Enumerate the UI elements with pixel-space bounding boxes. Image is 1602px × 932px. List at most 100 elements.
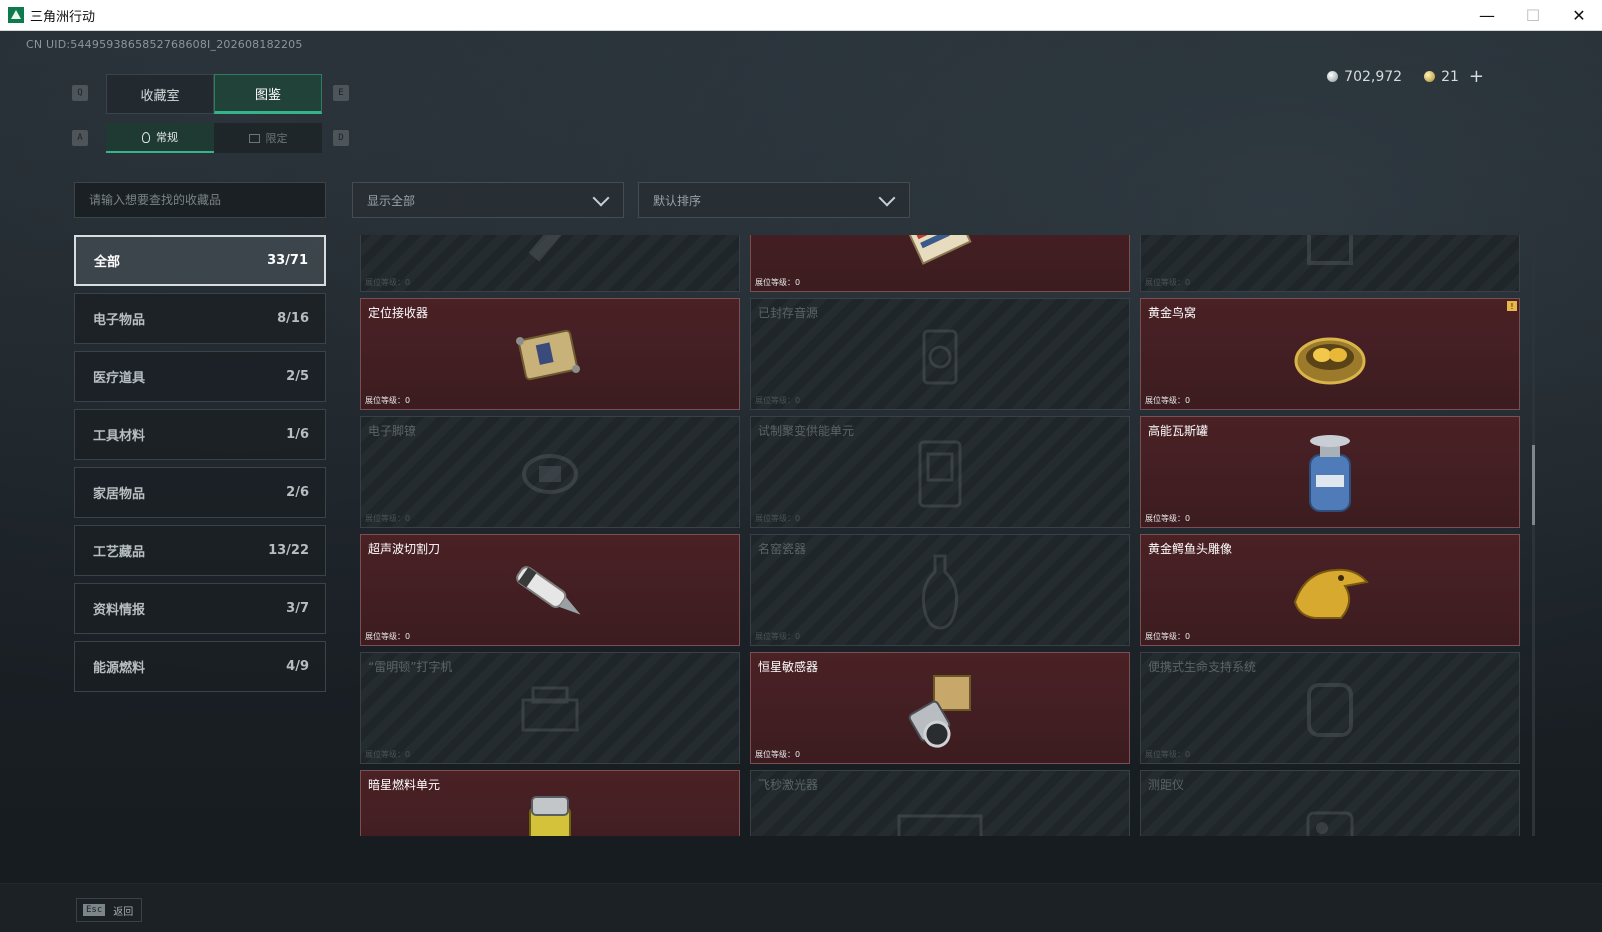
collection-card[interactable]: 测距仪展位等级：0 <box>1140 770 1520 836</box>
search-input[interactable] <box>74 182 326 218</box>
picture-frame-icon <box>248 133 260 143</box>
category-count: 4/9 <box>286 659 309 674</box>
category-label: 全部 <box>94 255 121 270</box>
card-level: 展位等级：0 <box>1145 396 1191 405</box>
subtab-regular-label: 常规 <box>156 131 178 144</box>
app-logo-icon <box>8 7 24 23</box>
collection-card[interactable]: 展位等级：0 <box>1140 235 1520 292</box>
collection-grid: 展位等级：0 展位等级：0 展位等级：0 定位接收器 展位等级：0 已封存音源 展位等级：0… <box>360 235 1520 836</box>
card-name: 飞秒激光器 <box>758 778 819 792</box>
tool-icon <box>515 235 585 277</box>
card-name: 名窑瓷器 <box>758 542 807 556</box>
gold-coin-icon <box>1424 71 1436 82</box>
esc-key-hint: Esc <box>83 904 106 916</box>
collection-card[interactable]: 超声波切割刀 展位等级：0 <box>360 534 740 646</box>
key-hint-q: Q <box>72 85 88 101</box>
category-label: 工艺藏品 <box>93 545 146 560</box>
minimize-button[interactable]: — <box>1464 0 1510 31</box>
collection-card[interactable]: 展位等级：0 <box>360 235 740 292</box>
life-support-icon <box>1295 675 1365 749</box>
game-canvas: CN UID:5449593865852768608I_202608182205… <box>0 31 1602 932</box>
tab-collection-room[interactable]: 收藏室 <box>106 74 214 114</box>
subtab-limited[interactable]: 限定 <box>214 123 322 153</box>
fusion-unit-icon <box>910 434 970 518</box>
key-hint-a: A <box>72 130 88 146</box>
category-count: 13/22 <box>268 543 309 558</box>
category-tools[interactable]: 工具材料 1/6 <box>74 409 326 460</box>
collection-card[interactable]: 飞秒激光器展位等级：0 <box>750 770 1130 836</box>
collection-card[interactable]: 名窑瓷器 展位等级：0 <box>750 534 1130 646</box>
card-name: 黄金鸟窝 <box>1148 306 1197 320</box>
collection-card[interactable]: 高能瓦斯罐展位等级：0 <box>1140 416 1520 528</box>
category-count: 33/71 <box>267 253 308 268</box>
category-count: 8/16 <box>277 311 309 326</box>
sort-dropdown[interactable]: 默认排序 <box>638 182 910 218</box>
subtab-regular[interactable]: 常规 <box>106 123 214 153</box>
card-name: 定位接收器 <box>368 306 429 320</box>
gas-tank-icon <box>1300 431 1360 521</box>
audio-icon <box>910 321 970 395</box>
category-medical[interactable]: 医疗道具 2/5 <box>74 351 326 402</box>
grid-scrollbar[interactable] <box>1532 235 1535 836</box>
category-count: 2/6 <box>286 485 309 500</box>
category-energy[interactable]: 能源燃料 4/9 <box>74 641 326 692</box>
card-level: 展位等级：0 <box>1145 514 1191 523</box>
category-crafts[interactable]: 工艺藏品 13/22 <box>74 525 326 576</box>
collection-card[interactable]: 黄金鳄鱼头雕像 展位等级：0 <box>1140 534 1520 646</box>
receiver-icon <box>510 321 590 395</box>
add-currency-button[interactable]: + <box>1469 66 1484 87</box>
card-level: 展位等级：0 <box>1145 278 1191 287</box>
category-electronics[interactable]: 电子物品 8/16 <box>74 293 326 344</box>
fuel-cell-icon <box>520 793 580 836</box>
rangefinder-icon <box>1300 803 1360 836</box>
back-button[interactable]: Esc 返回 <box>76 898 142 922</box>
card-name: “雷明顿”打字机 <box>368 660 453 674</box>
collection-card[interactable]: 已封存音源展位等级：0 <box>750 298 1130 410</box>
card-name: 已封存音源 <box>758 306 819 320</box>
new-badge: ! <box>1507 301 1517 311</box>
card-icon <box>900 235 980 272</box>
collection-card[interactable]: 试制聚变供能单元 展位等级：0 <box>750 416 1130 528</box>
typewriter-icon <box>515 680 585 744</box>
card-level: 展位等级：0 <box>755 514 801 523</box>
category-all[interactable]: 全部 33/71 <box>74 235 326 286</box>
back-label: 返回 <box>113 906 134 918</box>
collection-card[interactable]: 恒星敏感器 展位等级：0 <box>750 652 1130 764</box>
sort-value: 默认排序 <box>653 193 702 208</box>
card-name: 高能瓦斯罐 <box>1148 424 1209 438</box>
category-household[interactable]: 家居物品 2/6 <box>74 467 326 518</box>
golden-nest-icon <box>1290 321 1370 395</box>
card-name: 测距仪 <box>1148 778 1185 792</box>
card-name: 恒星敏感器 <box>758 660 819 674</box>
scrollbar-thumb[interactable] <box>1532 445 1535 525</box>
collection-card[interactable]: 便携式生命支持系统展位等级：0 <box>1140 652 1520 764</box>
main-tabs: 收藏室 图鉴 <box>106 74 322 114</box>
card-level: 展位等级：0 <box>755 396 801 405</box>
category-count: 3/7 <box>286 601 309 616</box>
collection-card[interactable]: 定位接收器 展位等级：0 <box>360 298 740 410</box>
tab-codex[interactable]: 图鉴 <box>214 74 322 114</box>
card-level: 展位等级：0 <box>1145 750 1191 759</box>
player-uid: CN UID:5449593865852768608I_202608182205 <box>26 38 303 51</box>
subtab-limited-label: 限定 <box>265 132 288 145</box>
collection-card[interactable]: “雷明顿”打字机 展位等级：0 <box>360 652 740 764</box>
card-name: 黄金鳄鱼头雕像 <box>1148 542 1233 556</box>
window-titlebar: 三角洲行动 — ☐ ✕ <box>0 0 1602 31</box>
card-name: 便携式生命支持系统 <box>1148 660 1257 674</box>
collection-card[interactable]: 黄金鸟窝展位等级：0! <box>1140 298 1520 410</box>
collection-card[interactable]: 展位等级：0 <box>750 235 1130 292</box>
card-level: 展位等级：0 <box>365 632 411 641</box>
collection-card[interactable]: 电子脚镣 展位等级：0 <box>360 416 740 528</box>
filter-value: 显示全部 <box>367 193 416 208</box>
collection-card[interactable]: 暗星燃料单元展位等级：0 <box>360 770 740 836</box>
star-sensor-icon <box>900 670 980 754</box>
category-list: 全部 33/71 电子物品 8/16 医疗道具 2/5 工具材料 1/6 家居物… <box>74 235 326 699</box>
flame-icon <box>142 131 150 143</box>
maximize-button[interactable]: ☐ <box>1510 0 1556 31</box>
close-button[interactable]: ✕ <box>1556 0 1602 31</box>
ankle-monitor-icon <box>515 444 585 508</box>
category-count: 1/6 <box>286 427 309 442</box>
category-intel[interactable]: 资料情报 3/7 <box>74 583 326 634</box>
filter-dropdown[interactable]: 显示全部 <box>352 182 624 218</box>
category-label: 电子物品 <box>93 313 146 328</box>
